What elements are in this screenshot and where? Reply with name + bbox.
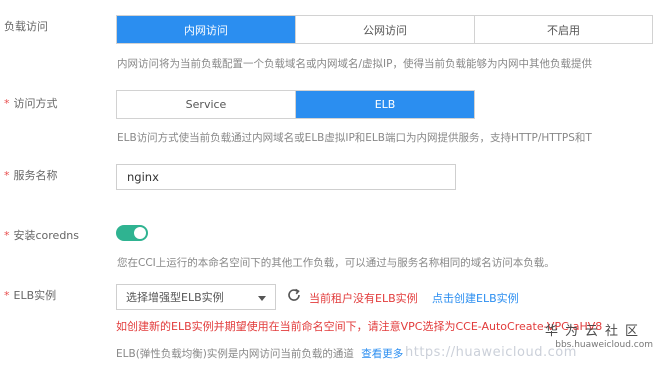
load-access-segmented: 内网访问 公网访问 不启用 [116,15,653,44]
load-access-option-public[interactable]: 公网访问 [296,16,475,43]
no-elb-instance-text: 当前租户没有ELB实例 [309,292,418,305]
access-mode-segmented: Service ELB [116,90,475,119]
chevron-down-icon [258,296,266,301]
watermark: 华为云社区 bbs.huaweicloud.com [534,318,661,365]
elb-instance-label: * ELB实例 [4,289,57,302]
coredns-hint: 您在CCI上运行的本命名空间下的其他工作负载，可以通过与服务名称相同的域名访问本… [117,257,555,269]
view-more-link[interactable]: 查看更多 [361,348,403,360]
access-mode-hint: ELB访问方式使当前负载通过内网域名或ELB虚拟IP和ELB端口为内网提供服务，… [117,132,592,144]
service-name-input[interactable]: nginx [116,164,456,190]
toggle-knob [134,227,146,239]
elb-select-value: 选择增强型ELB实例 [126,291,224,304]
access-mode-option-elb[interactable]: ELB [296,91,474,118]
load-access-option-intranet[interactable]: 内网访问 [117,16,296,43]
elb-footer-hint: ELB(弹性负载均衡)实例是内网访问当前负载的通道 查看更多 [116,348,404,360]
required-mark: * [4,97,10,110]
watermark-brand: 华为云社区 [544,324,645,339]
coredns-label: * 安装coredns [4,229,80,242]
required-mark: * [4,229,10,242]
watermark-url: bbs.huaweicloud.com [555,340,653,350]
load-access-option-disabled[interactable]: 不启用 [475,16,652,43]
elb-instance-select[interactable]: 选择增强型ELB实例 [116,284,276,310]
access-mode-label: * 访问方式 [4,97,58,110]
coredns-toggle[interactable] [116,225,148,241]
vpc-warning-text: 如创建新的ELB实例并期望使用在当前命名空间下，请注意VPC选择为CCE-Aut… [116,320,603,333]
required-mark: * [4,289,10,302]
create-elb-link[interactable]: 点击创建ELB实例 [432,290,519,306]
service-name-label: * 服务名称 [4,169,58,182]
required-mark: * [4,169,10,182]
load-access-label: 负载访问 [4,20,48,33]
access-mode-option-service[interactable]: Service [117,91,296,118]
load-access-hint: 内网访问将为当前负载配置一个负载域名或内网域名/虚拟IP，使得当前负载能够为内网… [117,58,592,70]
refresh-icon[interactable] [286,287,302,303]
